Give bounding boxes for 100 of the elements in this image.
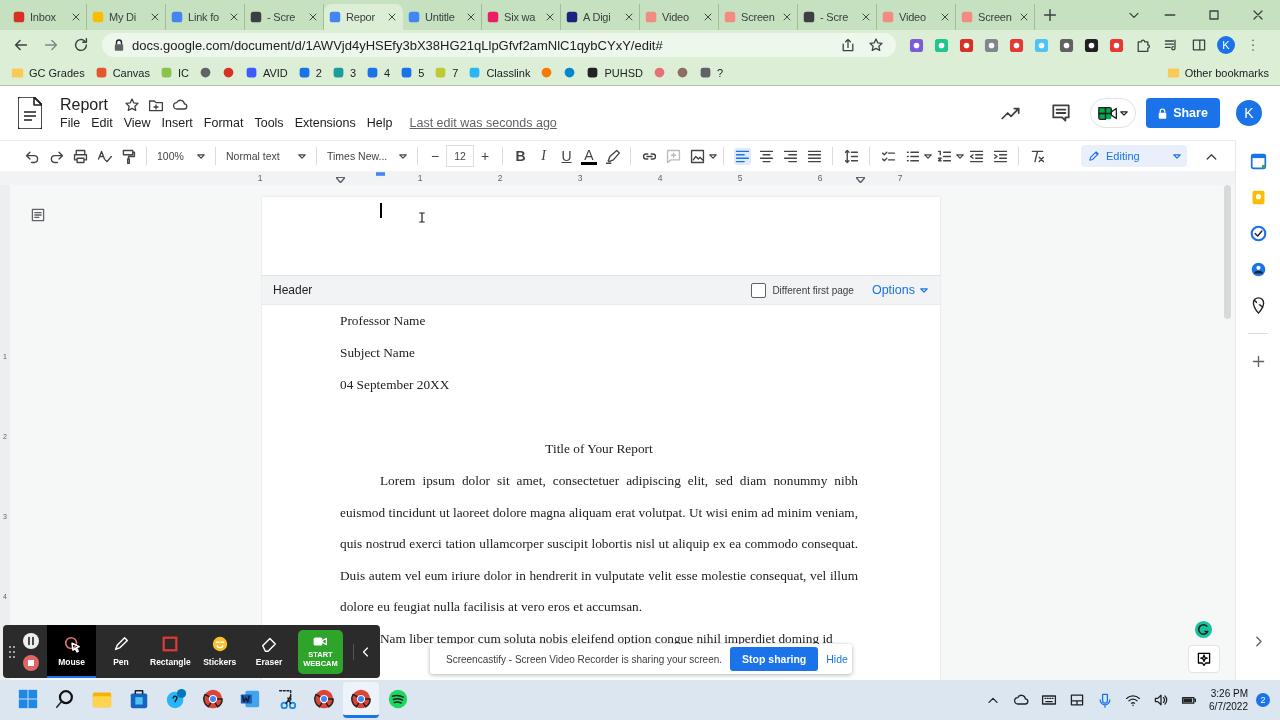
close-icon[interactable] — [860, 11, 872, 23]
menu-item[interactable]: View — [123, 116, 151, 130]
bookmark[interactable]: Canvas — [89, 66, 155, 79]
share-button[interactable]: Share — [1146, 98, 1220, 128]
close-icon[interactable] — [307, 11, 319, 23]
close-icon[interactable] — [781, 11, 793, 23]
underline-button[interactable]: U — [555, 148, 578, 164]
close-icon[interactable] — [544, 11, 556, 23]
volume-icon[interactable] — [1153, 692, 1170, 708]
eraser-tool[interactable]: Eraser — [244, 625, 294, 678]
highlighter-icon[interactable] — [603, 147, 621, 165]
stickers-tool[interactable]: Stickers — [195, 625, 245, 678]
tablet-icon[interactable] — [1069, 692, 1086, 708]
bookmark[interactable]: Classlink — [463, 66, 536, 79]
drag-handle-icon[interactable] — [9, 644, 15, 659]
options-dropdown[interactable]: Options — [871, 283, 928, 297]
menu-item[interactable]: Tools — [254, 116, 284, 130]
checkbox[interactable] — [751, 282, 767, 298]
last-edit-link[interactable]: Last edit was seconds ago — [409, 116, 557, 130]
caret-icon[interactable] — [709, 153, 717, 159]
calendar-icon[interactable] — [1249, 153, 1267, 170]
keyboard-icon[interactable] — [1041, 692, 1058, 708]
menu-item[interactable]: File — [60, 116, 81, 130]
account-avatar[interactable]: K — [1236, 100, 1262, 126]
bookmark[interactable]: PUHSD — [581, 66, 648, 79]
menu-item[interactable]: Format — [203, 116, 244, 130]
outline-icon[interactable] — [30, 207, 46, 223]
pen-tool[interactable]: Pen — [96, 625, 146, 678]
increase-size-button[interactable]: + — [474, 148, 496, 164]
print-icon[interactable] — [71, 147, 89, 165]
close-icon[interactable] — [1018, 11, 1030, 23]
color-button[interactable]: A — [581, 147, 597, 165]
share-icon[interactable] — [840, 37, 856, 53]
tasks-icon[interactable] — [1249, 225, 1267, 242]
explore-button[interactable] — [1188, 645, 1220, 673]
clock[interactable]: 3:26 PM 6/7/2022 — [1209, 687, 1248, 713]
bookmark[interactable]: ? — [693, 66, 729, 79]
bookmark-icon[interactable] — [675, 66, 689, 79]
extension-icon[interactable] — [1059, 37, 1074, 53]
align-left-icon[interactable] — [733, 147, 751, 165]
left-indent-marker[interactable] — [336, 177, 345, 183]
close-icon[interactable] — [939, 11, 951, 23]
bookmark[interactable]: AVID — [239, 66, 293, 79]
wifi-icon[interactable] — [1125, 692, 1142, 708]
comment-icon[interactable] — [1050, 102, 1072, 124]
bookmark[interactable]: IC — [154, 66, 194, 79]
line-spacing-icon[interactable] — [842, 147, 860, 165]
checkbox-label[interactable]: Different first page — [772, 284, 854, 296]
maximize-icon[interactable] — [1206, 7, 1222, 23]
document-title[interactable]: Report — [60, 96, 109, 114]
close-icon[interactable] — [623, 11, 635, 23]
bold-button[interactable]: B — [509, 148, 532, 164]
bookmark[interactable]: 5 — [395, 66, 430, 79]
bookmark[interactable]: GC Grades — [6, 66, 90, 79]
profile-avatar[interactable]: K — [1217, 36, 1235, 54]
bookmark-icon[interactable] — [563, 66, 577, 79]
bookmark[interactable]: 2 — [292, 66, 327, 79]
bookmark-icon[interactable] — [198, 66, 212, 79]
grammarly-icon[interactable] — [1194, 620, 1213, 639]
decrease-size-button[interactable]: − — [424, 148, 446, 164]
editing-mode-dropdown[interactable]: Editing — [1081, 145, 1187, 167]
cloud-icon[interactable] — [172, 97, 189, 113]
browser-tab[interactable]: Repor — [324, 4, 403, 30]
scrollbar-thumb[interactable] — [1224, 185, 1231, 319]
menu-item[interactable]: Insert — [161, 116, 193, 130]
cloud-icon[interactable] — [1013, 692, 1030, 708]
bookmark[interactable]: 4 — [361, 66, 396, 79]
font-dropdown[interactable]: Times New... — [323, 150, 411, 162]
style-dropdown[interactable]: Normal text — [222, 150, 310, 162]
docs-logo[interactable] — [18, 97, 42, 129]
other-bookmarks[interactable]: Other bookmarks — [1161, 66, 1274, 79]
extension-icon[interactable] — [1084, 37, 1099, 53]
italic-button[interactable]: I — [532, 148, 555, 164]
caret-icon[interactable] — [956, 153, 964, 159]
stop-icon[interactable] — [22, 654, 39, 671]
move-folder-icon[interactable] — [148, 97, 165, 113]
close-icon[interactable] — [386, 11, 398, 23]
image-icon[interactable] — [688, 147, 706, 165]
bookmark-icon[interactable] — [221, 66, 235, 79]
reload-icon[interactable] — [72, 36, 90, 54]
star-icon[interactable] — [868, 37, 884, 53]
puzzle-icon[interactable] — [1135, 37, 1151, 53]
close-icon[interactable] — [702, 11, 714, 23]
stop-sharing-button[interactable]: Stop sharing — [730, 647, 819, 671]
close-icon[interactable] — [228, 11, 240, 23]
menu-item[interactable]: Help — [366, 116, 393, 130]
mouse-tool[interactable]: Mouse — [46, 625, 97, 678]
menu-item[interactable]: Edit — [91, 116, 113, 130]
menu-item[interactable]: Extensions — [294, 116, 356, 130]
playlist-icon[interactable] — [1163, 37, 1179, 53]
rectangle-tool[interactable]: Rectangle — [145, 625, 195, 678]
first-line-indent-marker[interactable] — [376, 172, 385, 176]
caret-icon[interactable] — [924, 153, 932, 159]
close-icon[interactable] — [465, 11, 477, 23]
address-bar[interactable]: docs.google.com/document/d/1AWVjd4yHSEfy3bX38HG21qLlpGfvf2amNlC1qybCYxY/edit# — [102, 33, 896, 57]
font-size-field[interactable]: 12 — [446, 145, 474, 167]
sidebar-icon[interactable] — [1191, 37, 1207, 53]
close-icon[interactable] — [149, 11, 161, 23]
zoom-dropdown[interactable]: 100% — [153, 150, 209, 162]
bookmark[interactable]: 3 — [326, 66, 362, 79]
